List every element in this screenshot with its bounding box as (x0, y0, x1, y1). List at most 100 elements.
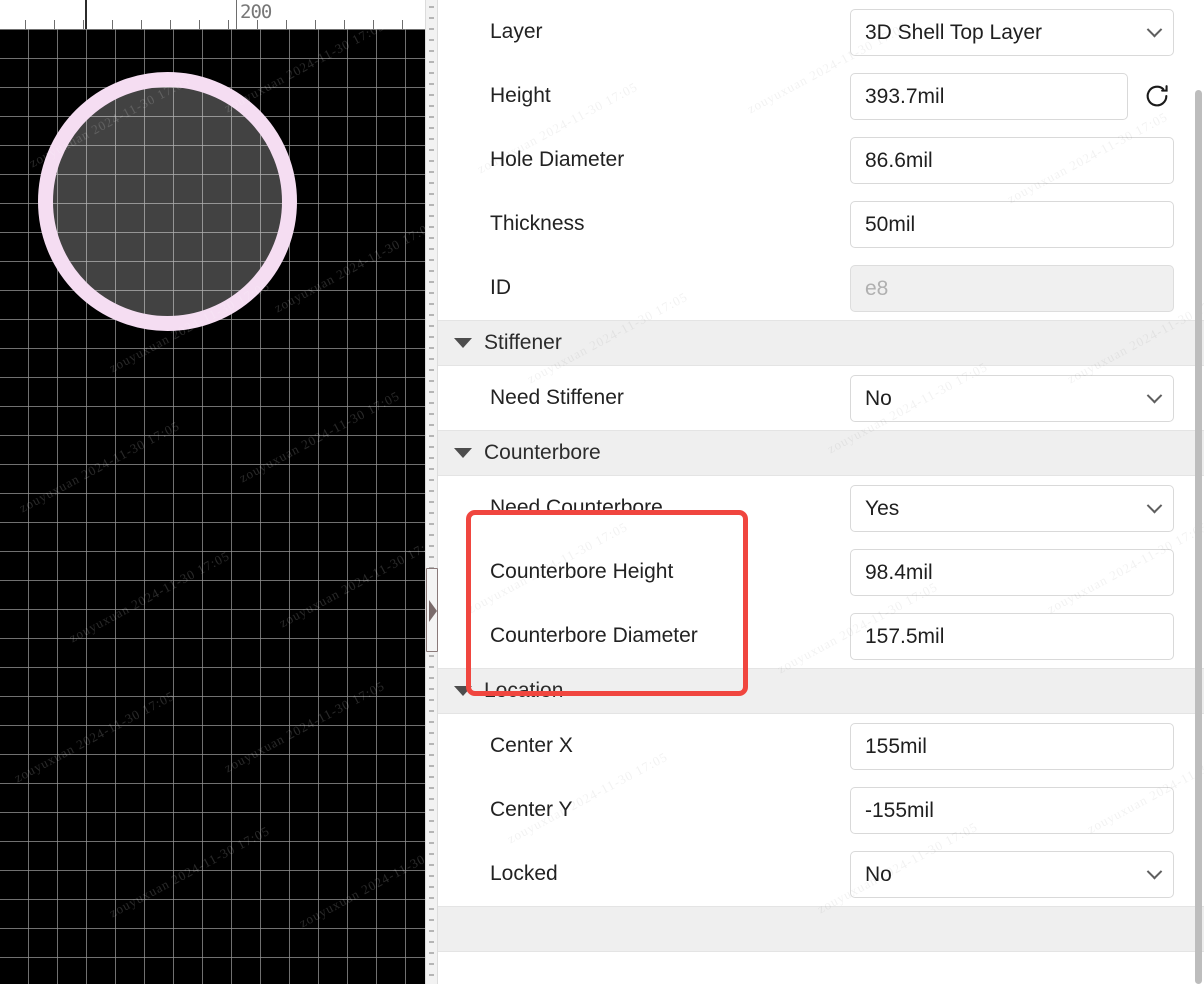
vertical-ruler-tick (429, 391, 434, 393)
property-label-layer: Layer (490, 20, 850, 44)
vertical-ruler-tick (429, 820, 434, 822)
field-value-center-x: 155mil (865, 736, 927, 757)
ruler-label-200: 200 (240, 1, 271, 23)
section-header-location[interactable]: Location (438, 668, 1204, 714)
vertical-ruler-tick (429, 446, 434, 448)
chevron-down-icon (1147, 22, 1163, 38)
section-header-stiffener[interactable]: Stiffener (438, 320, 1204, 366)
select-need-counterbore[interactable]: Yes (850, 485, 1174, 532)
input-height[interactable]: 393.7mil (850, 73, 1128, 120)
select-locked[interactable]: No (850, 851, 1174, 898)
vertical-ruler-tick (429, 314, 434, 316)
scrollbar-thumb[interactable] (1195, 90, 1202, 984)
field-value-thickness: 50mil (865, 214, 915, 235)
vertical-ruler-tick (429, 358, 434, 360)
field-value-counterbore-diameter: 157.5mil (865, 626, 944, 647)
pcb-board-area[interactable]: zouyuxuan 2024-11-30 17:05 zouyuxuan 202… (0, 29, 425, 984)
refresh-icon[interactable] (1140, 79, 1174, 113)
input-center-x[interactable]: 155mil (850, 723, 1174, 770)
vertical-ruler (425, 0, 438, 984)
property-label-center-x: Center X (490, 734, 850, 758)
input-counterbore-diameter[interactable]: 157.5mil (850, 613, 1174, 660)
ruler-tick (112, 20, 113, 29)
select-layer[interactable]: 3D Shell Top Layer (850, 9, 1174, 56)
property-panel-scrollbar[interactable] (1194, 0, 1203, 984)
vertical-ruler-tick (429, 292, 434, 294)
vertical-ruler-tick (429, 743, 434, 745)
vertical-ruler-tick (429, 171, 434, 173)
property-control-hole-diameter: 86.6mil (850, 137, 1174, 184)
field-value-locked: No (865, 864, 892, 885)
vertical-ruler-tick (429, 798, 434, 800)
canvas-watermark: zouyuxuan 2024-11-30 17:05 (222, 678, 388, 776)
property-label-counterbore-height: Counterbore Height (490, 560, 850, 584)
chevron-down-icon (1147, 864, 1163, 880)
vertical-ruler-tick (429, 72, 434, 74)
ruler-tick (83, 20, 84, 29)
vertical-ruler-tick (429, 556, 434, 558)
property-label-counterbore-diameter: Counterbore Diameter (490, 624, 850, 648)
panel-splitter-handle[interactable] (426, 568, 438, 652)
vertical-ruler-tick (429, 732, 434, 734)
canvas-watermark: zouyuxuan 2024-11-30 17:05 (12, 688, 178, 786)
chevron-right-icon (429, 600, 437, 622)
app-root: 200 zouyuxuan 2024-11-30 17:05 zouyuxuan… (0, 0, 1204, 984)
property-control-center-y: -155mil (850, 787, 1174, 834)
vertical-ruler-tick (429, 204, 434, 206)
canvas-watermark: zouyuxuan 2024-11-30 17:05 (297, 833, 425, 931)
section-header-counterbore[interactable]: Counterbore (438, 430, 1204, 476)
property-label-height: Height (490, 84, 850, 108)
input-id: e8 (850, 265, 1174, 312)
ruler-tick (286, 20, 287, 29)
input-thickness[interactable]: 50mil (850, 201, 1174, 248)
property-row-need-counterbore: Need Counterbore Yes (438, 476, 1204, 540)
pcb-canvas-pane[interactable]: 200 zouyuxuan 2024-11-30 17:05 zouyuxuan… (0, 0, 438, 984)
vertical-ruler-tick (429, 721, 434, 723)
section-title-counterbore: Counterbore (484, 441, 601, 465)
ruler-tick (170, 20, 171, 29)
circular-pad-shape[interactable] (38, 72, 297, 331)
vertical-ruler-tick (429, 61, 434, 63)
select-need-stiffener[interactable]: No (850, 375, 1174, 422)
vertical-ruler-tick (429, 523, 434, 525)
vertical-ruler-tick (429, 281, 434, 283)
vertical-ruler-tick (429, 699, 434, 701)
section-header-next-clipped[interactable] (438, 906, 1204, 952)
field-value-need-counterbore: Yes (865, 498, 899, 519)
caret-down-icon (454, 338, 472, 348)
property-label-need-counterbore: Need Counterbore (490, 496, 850, 520)
input-center-y[interactable]: -155mil (850, 787, 1174, 834)
vertical-ruler-tick (429, 138, 434, 140)
property-row-counterbore-height: Counterbore Height98.4mil (438, 540, 1204, 604)
vertical-ruler-tick (429, 776, 434, 778)
vertical-ruler-tick (429, 248, 434, 250)
input-hole-diameter[interactable]: 86.6mil (850, 137, 1174, 184)
vertical-ruler-tick (429, 809, 434, 811)
vertical-ruler-tick (429, 534, 434, 536)
property-control-locked: No (850, 851, 1174, 898)
caret-down-icon (454, 448, 472, 458)
vertical-ruler-tick (429, 908, 434, 910)
property-row-need-stiffener: Need StiffenerNo (438, 366, 1204, 430)
vertical-ruler-tick (429, 677, 434, 679)
field-value-hole-diameter: 86.6mil (865, 150, 933, 171)
property-panel[interactable]: Layer3D Shell Top LayerHeight393.7milHol… (438, 0, 1204, 984)
property-label-thickness: Thickness (490, 212, 850, 236)
property-control-layer: 3D Shell Top Layer (850, 9, 1174, 56)
vertical-ruler-tick (429, 94, 434, 96)
canvas-watermark: zouyuxuan 2024-11-30 17:05 (237, 388, 403, 486)
input-counterbore-height[interactable]: 98.4mil (850, 549, 1174, 596)
property-control-thickness: 50mil (850, 201, 1174, 248)
property-control-counterbore-diameter: 157.5mil (850, 613, 1174, 660)
canvas-watermark: zouyuxuan 2024-11-30 17:05 (277, 533, 425, 631)
property-row-id: IDe8 (438, 256, 1204, 320)
vertical-ruler-tick (429, 39, 434, 41)
vertical-ruler-tick (429, 666, 434, 668)
field-value-center-y: -155mil (865, 800, 934, 821)
vertical-ruler-tick (429, 501, 434, 503)
vertical-ruler-tick (429, 688, 434, 690)
canvas-watermark: zouyuxuan 2024-11-30 17:05 (272, 218, 425, 316)
section-title-stiffener: Stiffener (484, 331, 562, 355)
canvas-watermark: zouyuxuan 2024-11-30 17:05 (107, 823, 273, 921)
property-control-center-x: 155mil (850, 723, 1174, 770)
